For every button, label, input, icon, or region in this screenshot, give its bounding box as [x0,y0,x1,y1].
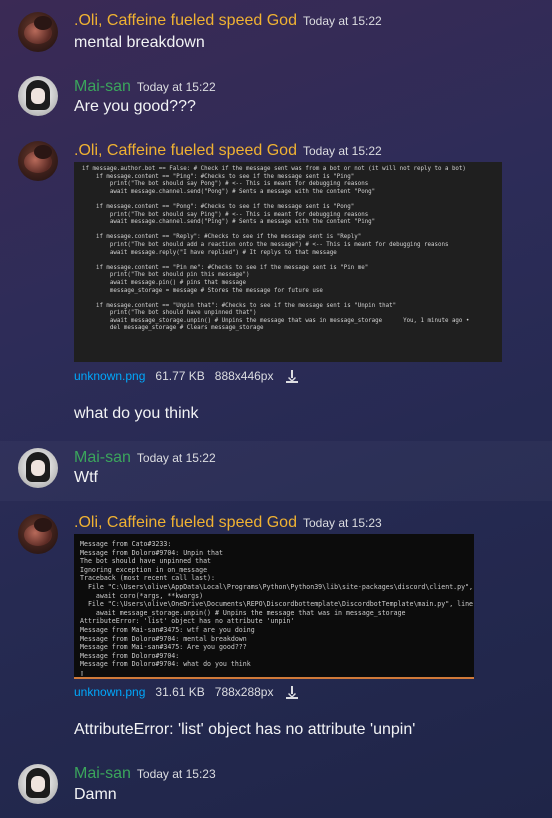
attachment-size: 31.61 KB [155,685,205,699]
message-header: .Oli, Caffeine fueled speed God Today at … [74,142,382,160]
message-text: AttributeError: 'list' object has no att… [74,721,416,738]
attachment-dimensions: 788x288px [214,685,274,699]
avatar-oli[interactable] [18,514,58,554]
message-header: Mai-san Today at 15:22 [74,78,216,96]
code-line: print("The bot should say Pong") # <-- T… [82,181,369,188]
author-name[interactable]: Mai-san [74,78,131,95]
author-name[interactable]: Mai-san [74,449,131,466]
timestamp: Today at 15:23 [302,516,382,530]
download-icon[interactable] [285,685,299,699]
code-line: del message_storage # Clears message_sto… [82,325,264,332]
terminal-line: The bot should have unpinned that [80,557,212,566]
message-header: .Oli, Caffeine fueled speed God Today at … [74,514,382,532]
timestamp: Today at 15:22 [136,451,216,465]
terminal-line: File "C:\Users\olive\AppData\Local\Progr… [87,582,474,591]
terminal-line: Ignoring exception in on_message [80,565,208,574]
code-line: if message.content == "Unpin that": #Che… [82,302,397,309]
code-line: if message.content == "Pin me": #Checks … [82,264,369,271]
terminal-line: Message from Doloro#9704: what do you th… [80,660,251,669]
message-text: Wtf [74,469,98,486]
terminal-line: File "C:\Users\olive\OneDrive\Documents\… [87,600,474,609]
code-line: print("The bot should add a reaction ont… [82,241,449,248]
terminal-screenshot-image[interactable]: Message from Cato#3233: Message from Dolo… [74,534,474,679]
terminal-line: await coro(*args, **kwargs) [80,591,204,600]
terminal-line: Message from Mai-san#3475: Are you good?… [80,643,247,652]
author-name[interactable]: .Oli, Caffeine fueled speed God [74,142,297,159]
terminal-line: Message from Mai-san#3475: wtf are you d… [80,625,255,634]
message-text: Damn [74,786,117,803]
timestamp: Today at 15:23 [136,767,216,781]
timestamp: Today at 15:22 [302,144,382,158]
code-line: await message.reply("I have replied") # … [82,249,337,256]
message-text: mental breakdown [74,34,205,51]
avatar-mai[interactable] [18,76,58,116]
attachment-filename[interactable]: unknown.png [74,369,145,383]
message-header: Mai-san Today at 15:22 [74,449,216,467]
terminal-line: Message from Doloro#9704: Unpin that [80,548,223,557]
code-line: if message.content == "Pong": #Checks to… [82,203,355,210]
message-text: Are you good??? [74,98,196,115]
message-header: Mai-san Today at 15:23 [74,765,216,783]
author-name[interactable]: .Oli, Caffeine fueled speed God [74,514,297,531]
attachment-info: unknown.png 31.61 KB 788x288px [74,685,299,699]
timestamp: Today at 15:22 [136,80,216,94]
terminal-line: Message from Doloro#9704: [80,651,180,660]
code-line: if message.content == "Ping": #Checks to… [82,173,355,180]
attachment-size: 61.77 KB [155,369,205,383]
code-line: if message.content == "Reply": #Checks t… [82,234,362,241]
author-name[interactable]: Mai-san [74,765,131,782]
code-line: await message.channel.send("Pong") # Sen… [82,188,376,195]
terminal-line: Message from Doloro#9704: mental breakdo… [80,634,247,643]
attachment-dimensions: 888x446px [214,369,274,383]
code-line: print("The bot should have unpinned that… [82,310,257,317]
code-line: message_storage = message # Stores the m… [82,287,323,294]
download-icon[interactable] [285,369,299,383]
code-screenshot-image[interactable]: if message.author.bot == False: # Check … [74,162,502,362]
code-line: print("The bot should pin this message") [82,272,250,279]
code-line: print("The bot should say Ping") # <-- T… [82,211,369,218]
timestamp: Today at 15:22 [302,14,382,28]
avatar-oli[interactable] [18,141,58,181]
code-line: await message.pin() # pins that message [82,279,247,286]
terminal-line: Traceback (most recent call last): [80,574,215,583]
avatar-oli[interactable] [18,12,58,52]
attachment-info: unknown.png 61.77 KB 888x446px [74,369,299,383]
code-line: await message.channel.send("Ping") # Sen… [82,219,376,226]
terminal-line: ▯ [80,668,84,677]
message-text: what do you think [74,405,199,422]
avatar-mai[interactable] [18,448,58,488]
terminal-line: AttributeError: 'list' object has no att… [80,617,295,626]
code-line: if message.author.bot == False: # Check … [82,166,466,172]
author-name[interactable]: .Oli, Caffeine fueled speed God [74,12,297,29]
terminal-line: Message from Cato#3233: [80,540,172,548]
attachment-filename[interactable]: unknown.png [74,685,145,699]
avatar-mai[interactable] [18,764,58,804]
code-line: await message_storage.unpin() # Unpins t… [82,317,470,324]
message-header: .Oli, Caffeine fueled speed God Today at … [74,12,382,30]
terminal-line: await message_storage.unpin() # Unpins t… [80,608,406,617]
